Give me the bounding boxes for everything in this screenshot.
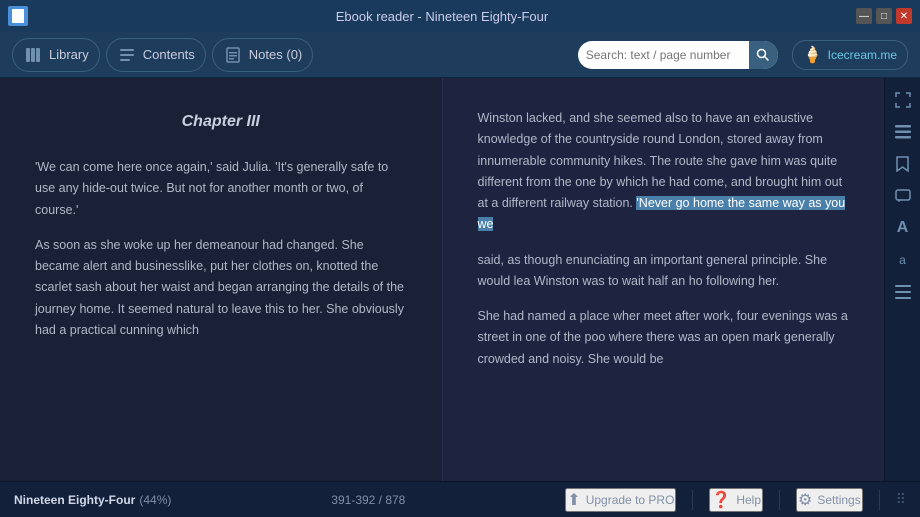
app-icon: [8, 6, 28, 26]
library-button[interactable]: Library: [12, 38, 100, 72]
search-box: [578, 41, 778, 69]
text-size-large-button[interactable]: A: [889, 214, 917, 242]
book-pages: Chapter III 'We can come here once again…: [0, 78, 884, 481]
icecream-icon: 🍦: [803, 45, 823, 65]
help-icon: ❓: [711, 490, 731, 510]
upgrade-label: Upgrade to PRO: [586, 493, 675, 507]
bookmark-button[interactable]: [889, 150, 917, 178]
title-bar: Ebook reader - Nineteen Eighty-Four — □ …: [0, 0, 920, 32]
page-right-text1: Winston lacked, and she seemed also to h…: [478, 108, 850, 236]
resize-handle: ⠿: [896, 491, 906, 508]
help-label: Help: [736, 493, 761, 507]
page-left-text1: 'We can come here once again,' said Juli…: [35, 157, 407, 221]
icecream-label: Icecream.me: [828, 48, 897, 62]
fullscreen-button[interactable]: [889, 86, 917, 114]
status-divider-3: [879, 490, 880, 510]
text-size-small-button[interactable]: a: [889, 246, 917, 274]
close-button[interactable]: ✕: [896, 8, 912, 24]
upgrade-icon: ⬆: [567, 490, 580, 510]
library-icon: [23, 45, 43, 65]
contents-button[interactable]: Contents: [106, 38, 206, 72]
notes-button[interactable]: Notes (0): [212, 38, 313, 72]
page-right-text3: She had named a place wher meet after wo…: [478, 306, 850, 370]
book-percent: (44%): [139, 493, 171, 507]
main-content: Chapter III 'We can come here once again…: [0, 78, 920, 481]
status-divider-2: [779, 490, 780, 510]
book-title: Nineteen Eighty-Four: [14, 493, 135, 507]
page-left-text2: As soon as she woke up her demeanour had…: [35, 235, 407, 341]
side-toolbar: A a: [884, 78, 920, 481]
window-title: Ebook reader - Nineteen Eighty-Four: [28, 9, 856, 24]
help-button[interactable]: ❓ Help: [709, 488, 763, 512]
comment-button[interactable]: [889, 182, 917, 210]
minimize-button[interactable]: —: [856, 8, 872, 24]
chapter-title: Chapter III: [35, 108, 407, 135]
notes-icon: [223, 45, 243, 65]
more-options-button[interactable]: [889, 278, 917, 306]
window-controls: — □ ✕: [856, 8, 912, 24]
contents-icon: [117, 45, 137, 65]
page-right-text2: said, as though enunciating an important…: [478, 250, 850, 293]
status-divider-1: [692, 490, 693, 510]
maximize-button[interactable]: □: [876, 8, 892, 24]
icecream-button[interactable]: 🍦 Icecream.me: [792, 40, 908, 70]
upgrade-button[interactable]: ⬆ Upgrade to PRO: [565, 488, 676, 512]
search-input[interactable]: [578, 48, 749, 62]
notes-label: Notes (0): [249, 47, 302, 62]
settings-button[interactable]: ⚙ Settings: [796, 488, 863, 512]
page-count: 391-392 / 878: [331, 493, 405, 507]
settings-label: Settings: [817, 493, 860, 507]
title-bar-left: [8, 6, 28, 26]
page-left: Chapter III 'We can come here once again…: [0, 78, 443, 481]
list-view-button[interactable]: [889, 118, 917, 146]
status-bar: Nineteen Eighty-Four (44%) 391-392 / 878…: [0, 481, 920, 517]
page-right: Winston lacked, and she seemed also to h…: [443, 78, 885, 481]
contents-label: Contents: [143, 47, 195, 62]
settings-icon: ⚙: [798, 490, 812, 510]
status-actions: ⬆ Upgrade to PRO ❓ Help ⚙ Settings ⠿: [565, 488, 906, 512]
search-button[interactable]: [749, 41, 778, 69]
library-label: Library: [49, 47, 89, 62]
toolbar: Library Contents Notes (0): [0, 32, 920, 78]
